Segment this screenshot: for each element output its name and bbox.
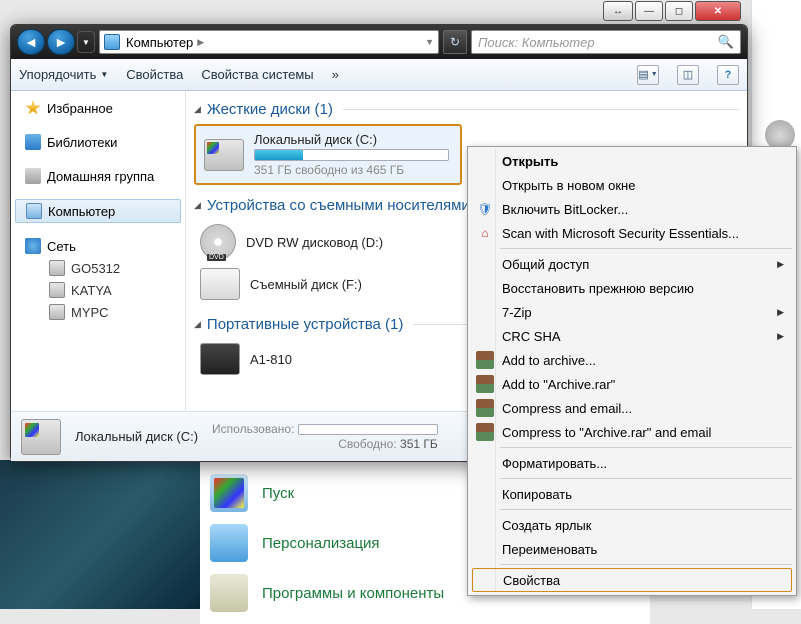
search-icon: 🔍 [718, 34, 734, 50]
sidebar-item-pc[interactable]: MYPC [11, 301, 185, 323]
menu-separator [500, 447, 792, 448]
forward-button[interactable]: ► [47, 29, 75, 55]
sidebar-item-pc[interactable]: KATYA [11, 279, 185, 301]
help-button[interactable]: ? [717, 65, 739, 85]
drive-name: Локальный диск (C:) [254, 132, 449, 147]
menu-item-bitlocker[interactable]: 🛡Включить BitLocker... [470, 197, 794, 221]
minimize-button[interactable]: — [635, 1, 663, 21]
shield-icon: 🛡 [476, 200, 494, 218]
menu-item-add-archive[interactable]: Add to archive... [470, 348, 794, 372]
maximize-button[interactable]: ◻ [665, 1, 693, 21]
menu-separator [500, 478, 792, 479]
toolbar-more[interactable]: » [332, 67, 339, 82]
collapse-icon: ◢ [194, 104, 201, 115]
close-button[interactable]: ✕ [695, 1, 741, 21]
history-dropdown[interactable]: ▼ [77, 31, 95, 53]
star-icon [25, 100, 41, 116]
sidebar-item-pc[interactable]: GO5312 [11, 257, 185, 279]
start-icon [210, 474, 248, 512]
address-bar[interactable]: Компьютер ▶ ▼ [99, 30, 439, 54]
menu-separator [500, 564, 792, 565]
winrar-icon [476, 375, 494, 393]
organize-menu[interactable]: Упорядочить▼ [19, 67, 108, 82]
libraries-icon [25, 134, 41, 150]
desktop-background-strip [0, 460, 200, 609]
sidebar-item-computer[interactable]: Компьютер [15, 199, 181, 223]
collapse-icon: ◢ [194, 200, 201, 211]
system-properties-button[interactable]: Свойства системы [201, 67, 313, 82]
sidebar-item-libraries[interactable]: Библиотеки [11, 131, 185, 153]
search-placeholder: Поиск: Компьютер [478, 35, 595, 50]
security-icon: ⌂ [476, 224, 494, 242]
chevron-right-icon: ▶ [197, 37, 204, 48]
details-title: Локальный диск (C:) [75, 429, 198, 444]
breadcrumb-computer[interactable]: Компьютер ▶ [126, 35, 204, 50]
menu-item-scan[interactable]: ⌂Scan with Microsoft Security Essentials… [470, 221, 794, 245]
menu-separator [500, 509, 792, 510]
address-dropdown-icon[interactable]: ▼ [425, 37, 434, 47]
submenu-arrow-icon: ▶ [777, 307, 784, 318]
computer-icon [26, 203, 42, 219]
breadcrumb-label: Компьютер [126, 35, 193, 50]
menu-item-compress-email[interactable]: Compress and email... [470, 396, 794, 420]
menu-separator [500, 248, 792, 249]
context-menu: Открыть Открыть в новом окне 🛡Включить B… [467, 146, 797, 596]
sidebar-item-network[interactable]: Сеть [11, 235, 185, 257]
nav-bar: ◄ ► ▼ Компьютер ▶ ▼ ↻ Поиск: Компьютер 🔍 [11, 25, 747, 59]
menu-item-open-new-window[interactable]: Открыть в новом окне [470, 173, 794, 197]
menu-item-open[interactable]: Открыть [470, 149, 794, 173]
submenu-arrow-icon: ▶ [777, 259, 784, 270]
dvd-icon [200, 224, 236, 260]
cpl-label: Персонализация [262, 535, 380, 552]
personalization-icon [210, 524, 248, 562]
programs-icon [210, 574, 248, 612]
pc-icon [49, 260, 65, 276]
drive-local-c[interactable]: Локальный диск (C:) 351 ГБ свободно из 4… [194, 124, 462, 185]
hdd-icon [21, 419, 61, 455]
view-mode-button[interactable]: ▤▼ [637, 65, 659, 85]
menu-item-crc[interactable]: CRC SHA▶ [470, 324, 794, 348]
cpl-label: Программы и компоненты [262, 585, 444, 602]
menu-item-copy[interactable]: Копировать [470, 482, 794, 506]
menu-item-add-rar[interactable]: Add to "Archive.rar" [470, 372, 794, 396]
winrar-icon [476, 423, 494, 441]
category-hdd[interactable]: ◢ Жесткие диски (1) [194, 97, 739, 124]
menu-item-7zip[interactable]: 7-Zip▶ [470, 300, 794, 324]
window-controls: ↔ — ◻ ✕ [603, 1, 741, 21]
submenu-arrow-icon: ▶ [777, 331, 784, 342]
pc-icon [49, 282, 65, 298]
menu-item-share[interactable]: Общий доступ▶ [470, 252, 794, 276]
homegroup-icon [25, 168, 41, 184]
search-box[interactable]: Поиск: Компьютер 🔍 [471, 30, 741, 54]
cpl-label: Пуск [262, 485, 294, 502]
menu-item-shortcut[interactable]: Создать ярлык [470, 513, 794, 537]
usage-bar [254, 149, 449, 161]
computer-icon [104, 34, 120, 50]
pc-icon [49, 304, 65, 320]
winrar-icon [476, 351, 494, 369]
move-button[interactable]: ↔ [603, 1, 633, 21]
removable-icon [200, 268, 240, 300]
menu-item-rename[interactable]: Переименовать [470, 537, 794, 561]
hdd-icon [204, 139, 244, 171]
winrar-icon [476, 399, 494, 417]
portable-icon [200, 343, 240, 375]
collapse-icon: ◢ [194, 319, 201, 330]
toolbar: Упорядочить▼ Свойства Свойства системы »… [11, 59, 747, 91]
menu-item-compress-rar-email[interactable]: Compress to "Archive.rar" and email [470, 420, 794, 444]
sidebar-item-favorites[interactable]: Избранное [11, 97, 185, 119]
back-button[interactable]: ◄ [17, 29, 45, 55]
network-icon [25, 238, 41, 254]
refresh-button[interactable]: ↻ [443, 30, 467, 54]
properties-button[interactable]: Свойства [126, 67, 183, 82]
menu-item-format[interactable]: Форматировать... [470, 451, 794, 475]
menu-item-properties[interactable]: Свойства [472, 568, 792, 592]
drive-free-text: 351 ГБ свободно из 465 ГБ [254, 163, 449, 177]
sidebar-item-homegroup[interactable]: Домашняя группа [11, 165, 185, 187]
preview-pane-button[interactable]: ◫ [677, 65, 699, 85]
details-usage-bar [298, 424, 438, 435]
menu-item-restore[interactable]: Восстановить прежнюю версию [470, 276, 794, 300]
navigation-sidebar: Избранное Библиотеки Домашняя группа Ком… [11, 91, 186, 411]
